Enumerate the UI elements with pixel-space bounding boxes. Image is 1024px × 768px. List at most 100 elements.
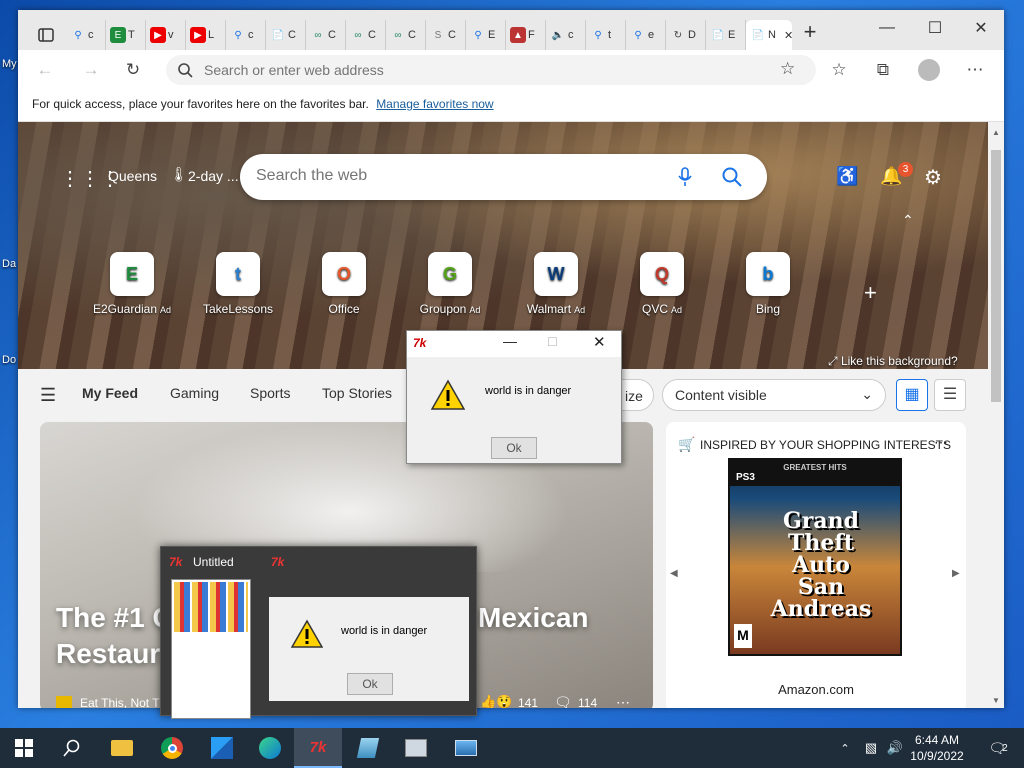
forward-button[interactable]: → bbox=[78, 58, 104, 82]
close-tab-icon[interactable]: ✕ bbox=[784, 29, 792, 42]
quicklink-walmart[interactable]: W Walmart Ad bbox=[506, 252, 606, 316]
weather-label[interactable]: 2-day ... bbox=[188, 168, 239, 184]
add-favorite-icon[interactable]: ☆ bbox=[780, 59, 795, 79]
prev-arrow-icon[interactable]: ◀ bbox=[670, 568, 678, 579]
browser-tab[interactable]: ∞ C bbox=[386, 20, 426, 50]
more-menu-icon[interactable]: ⋯ bbox=[962, 58, 988, 82]
dialog-minimize-button[interactable]: — bbox=[503, 333, 517, 349]
location-label[interactable]: Queens bbox=[108, 168, 157, 184]
ad-label: Ad bbox=[574, 305, 586, 315]
desktop-icon-label[interactable]: My bbox=[2, 58, 17, 70]
content-visibility-select[interactable]: Content visible ⌄ bbox=[662, 379, 886, 411]
web-search-box[interactable] bbox=[240, 154, 767, 200]
minimize-button[interactable]: — bbox=[864, 14, 910, 42]
browser-tab[interactable]: ↻ D bbox=[666, 20, 706, 50]
browser-tab[interactable]: ▲ F bbox=[506, 20, 546, 50]
news-source[interactable]: Eat This, Not Th bbox=[80, 696, 166, 708]
scroll-thumb[interactable] bbox=[991, 150, 1001, 402]
product-image[interactable]: GREATEST HITS PS3 Grand Theft Auto San A… bbox=[728, 458, 902, 656]
tab-gaming[interactable]: Gaming bbox=[170, 385, 219, 401]
quicklink-office[interactable]: O Office bbox=[294, 252, 394, 316]
rewards-icon[interactable]: ♿ bbox=[836, 166, 858, 187]
ps3-tag: GREATEST HITS bbox=[783, 463, 847, 472]
new-tab-button[interactable]: + bbox=[796, 18, 824, 46]
tab-top-stories[interactable]: Top Stories bbox=[322, 385, 392, 401]
settings-gear-icon[interactable]: ⚙ bbox=[924, 165, 942, 190]
control-panel-icon[interactable] bbox=[392, 728, 440, 768]
clock[interactable]: 6:44 AM 10/9/2022 bbox=[906, 728, 968, 768]
edge-icon[interactable] bbox=[246, 728, 294, 768]
browser-tab[interactable]: ▶ L bbox=[186, 20, 226, 50]
profile-avatar[interactable] bbox=[916, 58, 942, 82]
favorites-icon[interactable]: ☆ bbox=[826, 58, 852, 82]
list-view-icon[interactable]: ☰ bbox=[934, 379, 966, 411]
refresh-button[interactable]: ↻ bbox=[120, 58, 146, 82]
volume-icon[interactable]: 🔊 bbox=[884, 728, 906, 768]
scroll-up-icon[interactable]: ▲ bbox=[992, 128, 1000, 137]
shopping-card[interactable]: 🛒 INSPIRED BY YOUR SHOPPING INTERESTS ⋯ … bbox=[666, 422, 966, 708]
browser-tab[interactable]: ∞ C bbox=[306, 20, 346, 50]
microphone-icon[interactable] bbox=[678, 167, 692, 187]
address-bar[interactable]: ☆ bbox=[166, 55, 816, 85]
network-icon[interactable]: ▧ bbox=[860, 728, 882, 768]
collapse-chevron-icon[interactable]: ⌃ bbox=[902, 212, 914, 229]
clock-time: 6:44 AM bbox=[914, 733, 960, 747]
collections-icon[interactable]: ⧉ bbox=[870, 58, 896, 82]
start-button[interactable] bbox=[0, 728, 48, 768]
next-arrow-icon[interactable]: ▶ bbox=[952, 568, 960, 579]
notepad-icon[interactable] bbox=[344, 728, 392, 768]
browser-tab[interactable]: ⚲ e bbox=[626, 20, 666, 50]
grid-view-icon[interactable]: ▦ bbox=[896, 379, 928, 411]
desktop-icon-label[interactable]: Da bbox=[2, 258, 16, 270]
reactions-icon[interactable]: 👍😲 bbox=[480, 694, 512, 708]
browser-tab[interactable]: ∞ C bbox=[346, 20, 386, 50]
browser-tab[interactable]: SC bbox=[426, 20, 466, 50]
close-window-button[interactable]: ✕ bbox=[958, 14, 1004, 42]
more-options-icon[interactable]: ⋯ bbox=[934, 434, 948, 451]
desktop-icon-label[interactable]: Do bbox=[2, 354, 16, 366]
browser-tab[interactable]: ▶ v bbox=[146, 20, 186, 50]
browser-tab[interactable]: 📄 C bbox=[266, 20, 306, 50]
browser-tab[interactable]: 📄 E bbox=[706, 20, 746, 50]
browser-tab[interactable]: ET bbox=[106, 20, 146, 50]
manage-favorites-link[interactable]: Manage favorites now bbox=[376, 97, 493, 111]
quicklink-groupon[interactable]: G Groupon Ad bbox=[400, 252, 500, 316]
maximize-button[interactable]: ☐ bbox=[912, 14, 958, 42]
browser-tab[interactable]: ⚲ E bbox=[466, 20, 506, 50]
file-explorer-icon[interactable] bbox=[98, 728, 146, 768]
hamburger-menu-icon[interactable]: ☰ bbox=[40, 385, 56, 406]
browser-tab[interactable]: 📄 N ✕ bbox=[746, 20, 792, 50]
action-center-icon[interactable]: 🗨 2 bbox=[978, 728, 1018, 768]
page-scrollbar[interactable]: ▲ ▼ bbox=[988, 122, 1004, 708]
dialog-close-button[interactable]: ✕ bbox=[593, 333, 606, 351]
back-button[interactable]: ← bbox=[32, 58, 58, 82]
browser-tab[interactable]: ⚲ c bbox=[66, 20, 106, 50]
tab-my-feed[interactable]: My Feed bbox=[82, 385, 138, 401]
ok-button[interactable]: Ok bbox=[491, 437, 537, 459]
address-input[interactable] bbox=[204, 61, 764, 79]
browser-tab[interactable]: ⚲ c bbox=[226, 20, 266, 50]
quicklink-qvc[interactable]: Q QVC Ad bbox=[612, 252, 712, 316]
quicklink-e2guardian[interactable]: E E2Guardian Ad bbox=[82, 252, 182, 316]
taskbar-preview[interactable]: 7k Untitled 7k world is in danger Ok bbox=[160, 546, 477, 719]
quicklink-takelessons[interactable]: t TakeLessons bbox=[188, 252, 288, 316]
browser-tab[interactable]: ⚲ t bbox=[586, 20, 626, 50]
browser-tab[interactable]: 🔈 c bbox=[546, 20, 586, 50]
add-quicklink-icon[interactable]: + bbox=[864, 280, 877, 306]
shop-source[interactable]: Amazon.com bbox=[666, 682, 966, 697]
app-icon[interactable] bbox=[198, 728, 246, 768]
window-app-icon[interactable] bbox=[442, 728, 490, 768]
scroll-down-icon[interactable]: ▼ bbox=[992, 696, 1000, 705]
7k-app-taskbar-button[interactable]: 7k bbox=[294, 728, 342, 768]
search-icon[interactable] bbox=[722, 167, 742, 187]
quicklink-bing[interactable]: b Bing bbox=[718, 252, 818, 316]
chrome-icon[interactable] bbox=[148, 728, 196, 768]
tab-actions-button[interactable] bbox=[24, 20, 64, 50]
tab-sports[interactable]: Sports bbox=[250, 385, 290, 401]
search-button[interactable] bbox=[48, 728, 96, 768]
like-background-link[interactable]: ⤢ Like this background? bbox=[828, 354, 958, 369]
comment-icon[interactable]: 🗨 bbox=[554, 694, 572, 708]
tray-chevron-icon[interactable]: ⌃ bbox=[836, 728, 854, 768]
web-search-input[interactable] bbox=[256, 167, 656, 185]
more-options-icon[interactable]: ⋯ bbox=[616, 694, 630, 708]
